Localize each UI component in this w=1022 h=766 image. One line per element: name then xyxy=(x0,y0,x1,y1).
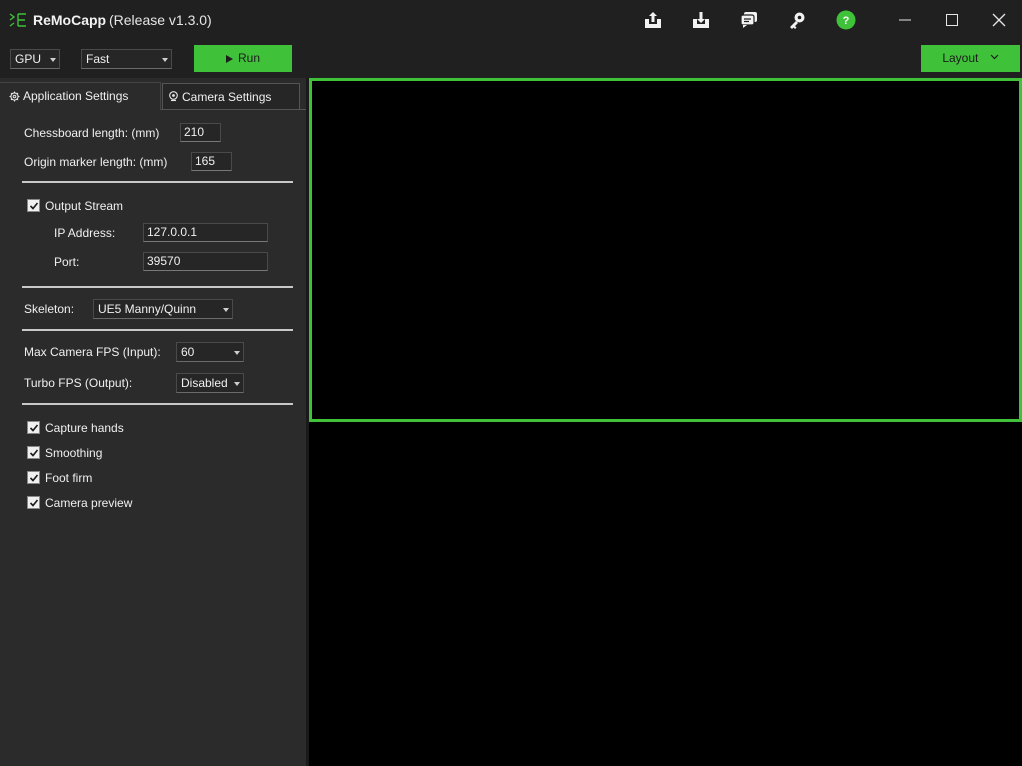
upload-icon[interactable] xyxy=(643,10,663,30)
camera-preview-checkbox[interactable] xyxy=(27,496,40,509)
chevron-down-icon xyxy=(990,54,999,60)
layout-button-label: Layout xyxy=(942,51,979,65)
device-select[interactable]: GPU xyxy=(10,49,60,69)
chevron-down-icon xyxy=(234,382,240,386)
tab-application-settings[interactable]: Application Settings xyxy=(0,82,161,110)
output-stream-checkbox[interactable] xyxy=(27,199,40,212)
skeleton-select-value: UE5 Manny/Quinn xyxy=(98,302,197,316)
origin-marker-length-label: Origin marker length: (mm) xyxy=(24,155,168,169)
title-bar: ReMoCapp (Release v1.3.0) ? xyxy=(0,0,1022,40)
turbo-fps-select[interactable]: Disabled xyxy=(176,373,244,393)
checkmark-icon xyxy=(29,474,39,482)
turbo-fps-label: Turbo FPS (Output): xyxy=(24,376,133,390)
ip-address-label: IP Address: xyxy=(54,226,116,240)
gear-icon xyxy=(9,91,20,102)
app-name: ReMoCapp xyxy=(33,12,107,28)
separator xyxy=(22,286,293,288)
ip-address-input[interactable]: 127.0.0.1 xyxy=(143,223,268,242)
camera-preview-area[interactable] xyxy=(309,422,1022,766)
camera-icon xyxy=(169,91,178,102)
chessboard-length-label: Chessboard length: (mm) xyxy=(24,126,160,140)
checkmark-icon xyxy=(29,424,39,432)
mode-select-value: Fast xyxy=(86,52,110,66)
run-button-label: Run xyxy=(237,51,260,65)
capture-hands-checkbox[interactable] xyxy=(27,421,40,434)
layout-button[interactable]: Layout xyxy=(921,45,1020,72)
settings-panel: Application Settings Camera Settings Che… xyxy=(0,78,308,766)
checkmark-icon xyxy=(29,449,39,457)
camera-preview-selected[interactable] xyxy=(309,78,1022,422)
key-icon[interactable] xyxy=(787,10,807,30)
smoothing-label: Smoothing xyxy=(45,446,103,460)
origin-marker-length-input[interactable]: 165 xyxy=(191,152,232,171)
run-button[interactable]: Run xyxy=(194,45,292,72)
foot-firm-label: Foot firm xyxy=(45,471,93,485)
separator xyxy=(22,403,293,405)
mode-select[interactable]: Fast xyxy=(81,49,172,69)
port-input[interactable]: 39570 xyxy=(143,252,268,271)
tab-camera-settings[interactable]: Camera Settings xyxy=(162,83,300,110)
port-label: Port: xyxy=(54,255,80,269)
skeleton-select[interactable]: UE5 Manny/Quinn xyxy=(93,299,233,319)
separator xyxy=(22,329,293,331)
tab-underline xyxy=(161,109,307,110)
checkmark-icon xyxy=(29,499,39,507)
max-camera-fps-value: 60 xyxy=(181,345,195,359)
capture-hands-label: Capture hands xyxy=(45,421,124,435)
smoothing-checkbox[interactable] xyxy=(27,446,40,459)
turbo-fps-value: Disabled xyxy=(181,376,228,390)
chessboard-length-input[interactable]: 210 xyxy=(180,123,221,142)
app-logo-icon xyxy=(9,13,26,27)
output-stream-label: Output Stream xyxy=(45,199,124,213)
foot-firm-checkbox[interactable] xyxy=(27,471,40,484)
skeleton-label: Skeleton: xyxy=(24,302,75,316)
chevron-down-icon xyxy=(50,58,56,62)
chevron-down-icon xyxy=(234,351,240,355)
minimize-icon[interactable] xyxy=(893,8,917,32)
chat-icon[interactable] xyxy=(739,10,759,30)
chevron-down-icon xyxy=(223,308,229,312)
help-icon[interactable]: ? xyxy=(836,10,856,30)
chevron-down-icon xyxy=(162,58,168,62)
svg-text:?: ? xyxy=(843,15,850,27)
download-icon[interactable] xyxy=(691,10,711,30)
device-select-value: GPU xyxy=(15,52,42,66)
toolbar: GPU Fast Run Layout xyxy=(0,40,1022,78)
tab-camera-settings-label: Camera Settings xyxy=(182,90,272,104)
maximize-icon[interactable] xyxy=(940,8,964,32)
max-camera-fps-select[interactable]: 60 xyxy=(176,342,244,362)
camera-preview-label: Camera preview xyxy=(45,496,133,510)
play-icon xyxy=(225,55,233,63)
max-camera-fps-label: Max Camera FPS (Input): xyxy=(24,345,161,359)
checkmark-icon xyxy=(29,202,39,210)
tab-application-settings-label: Application Settings xyxy=(23,89,129,103)
app-version: (Release v1.3.0) xyxy=(109,12,212,28)
close-icon[interactable] xyxy=(987,8,1011,32)
separator xyxy=(22,181,293,183)
